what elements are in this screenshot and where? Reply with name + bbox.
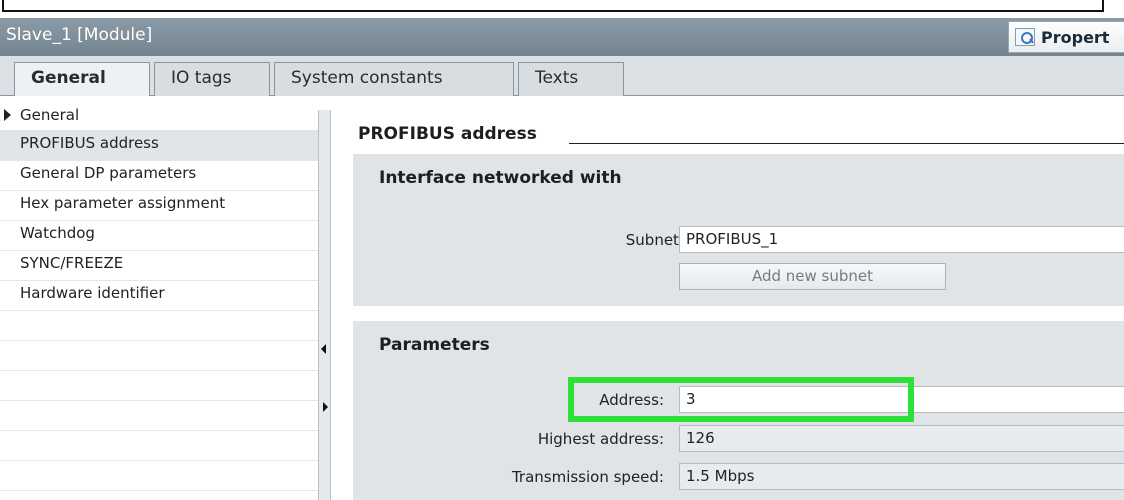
triangle-right-icon[interactable] — [4, 109, 11, 121]
nav-item-profibus-address[interactable]: PROFIBUS address — [0, 130, 324, 160]
top-frame — [0, 0, 1124, 16]
magnifier-icon — [1015, 28, 1035, 46]
row-divider — [0, 160, 324, 161]
panel-splitter[interactable] — [318, 110, 331, 500]
inspector-titlebar: Slave_1 [Module] Propert — [0, 18, 1124, 56]
interface-group-title: Interface networked with — [379, 168, 622, 188]
address-input[interactable]: 3 — [679, 386, 1124, 413]
nav-item-label: General — [20, 106, 80, 124]
navigation-panel: General PROFIBUS address General DP para… — [0, 96, 324, 500]
arrow-right-icon[interactable] — [323, 402, 328, 412]
nav-item-general[interactable]: General — [0, 102, 324, 132]
add-new-subnet-button[interactable]: Add new subnet — [679, 263, 946, 290]
parameters-group-title: Parameters — [379, 335, 490, 355]
tab-general[interactable]: General — [14, 62, 150, 97]
tab-system-constants[interactable]: System constants — [274, 62, 514, 96]
row-divider — [0, 340, 324, 341]
content-panel: PROFIBUS address Interface networked wit… — [331, 96, 1124, 500]
tab-texts[interactable]: Texts — [518, 62, 624, 96]
row-divider — [0, 310, 324, 311]
row-divider — [0, 250, 324, 251]
transmission-speed-label: Transmission speed: — [511, 468, 664, 486]
interface-group: Interface networked with Subnet: PROFIBU… — [353, 154, 1124, 306]
row-divider — [0, 430, 324, 431]
tab-io-tags[interactable]: IO tags — [154, 62, 270, 96]
window-title: Slave_1 [Module] — [6, 25, 153, 45]
nav-item-general-dp-parameters[interactable]: General DP parameters — [0, 160, 324, 190]
row-divider — [0, 370, 324, 371]
properties-label: Propert — [1041, 27, 1110, 47]
section-divider — [569, 143, 1124, 144]
nav-item-sync-freeze[interactable]: SYNC/FREEZE — [0, 250, 324, 280]
tab-bar: General IO tags System constants Texts — [0, 56, 1124, 97]
nav-item-hardware-identifier[interactable]: Hardware identifier — [0, 280, 324, 310]
row-divider — [0, 490, 324, 491]
transmission-speed-field[interactable]: 1.5 Mbps — [679, 463, 1124, 490]
row-divider — [0, 220, 324, 221]
nav-item-watchdog[interactable]: Watchdog — [0, 220, 324, 250]
row-divider — [0, 460, 324, 461]
row-divider — [0, 400, 324, 401]
subnet-dropdown[interactable]: PROFIBUS_1 — [679, 226, 1124, 253]
parameters-group: Parameters Address: 3 Highest address: 1… — [353, 321, 1124, 500]
highest-address-label: Highest address: — [537, 430, 664, 448]
section-title: PROFIBUS address — [358, 124, 537, 144]
nav-item-hex-parameter-assignment[interactable]: Hex parameter assignment — [0, 190, 324, 220]
properties-button[interactable]: Propert — [1008, 21, 1124, 53]
row-divider — [0, 280, 324, 281]
arrow-left-icon[interactable] — [321, 344, 326, 354]
subnet-label: Subnet: — [625, 231, 684, 249]
row-divider — [0, 190, 324, 191]
highest-address-field[interactable]: 126 — [679, 425, 1124, 452]
address-label: Address: — [599, 391, 664, 409]
